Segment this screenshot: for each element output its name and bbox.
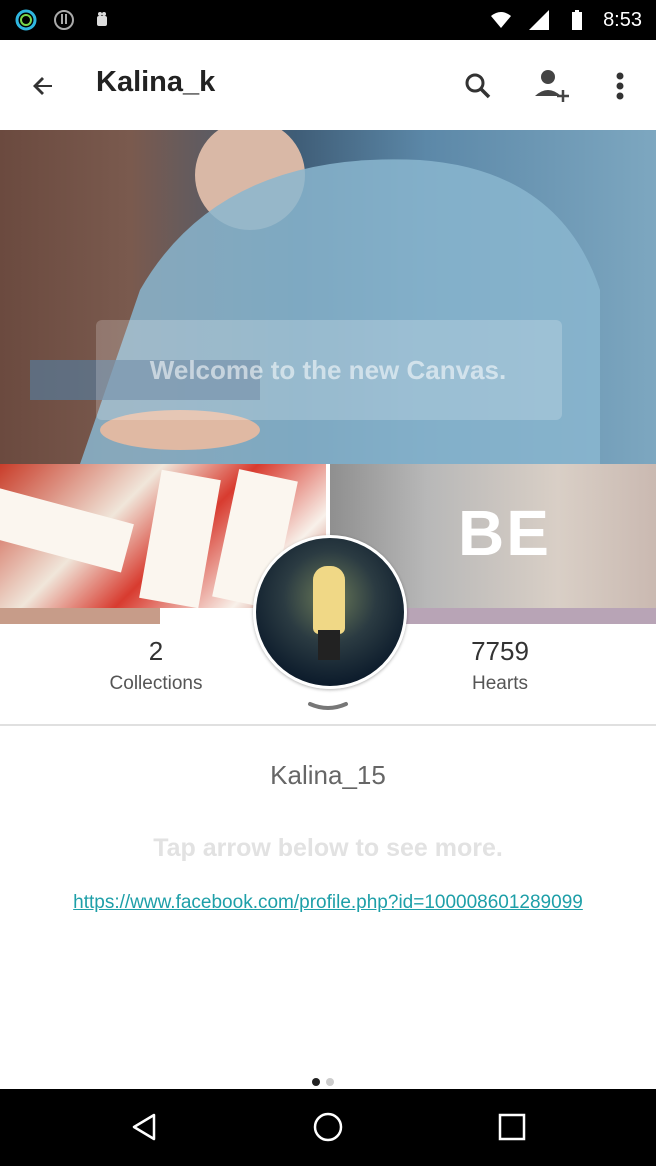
home-nav-icon[interactable] xyxy=(308,1107,348,1147)
tile-caption: BE xyxy=(458,497,551,569)
page-dot-active[interactable] xyxy=(312,1078,320,1086)
signal-icon xyxy=(527,8,551,32)
divider xyxy=(0,724,656,726)
page-indicator xyxy=(312,1078,334,1086)
hearts-stat[interactable]: 7759 Hearts xyxy=(400,636,600,695)
search-icon[interactable] xyxy=(456,64,500,108)
collections-stat[interactable]: 2 Collections xyxy=(56,636,256,695)
battery-icon xyxy=(565,8,589,32)
avatar-figure xyxy=(313,566,345,634)
navigation-bar xyxy=(0,1089,656,1166)
arrow-back-icon[interactable] xyxy=(22,64,66,108)
clock: 8:53 xyxy=(603,8,642,31)
collection-tile-face[interactable] xyxy=(0,608,160,624)
chevron-down-icon[interactable] xyxy=(306,700,350,714)
status-bar: 8:53 xyxy=(0,0,656,40)
collections-label: Collections xyxy=(109,673,203,694)
ring-app-icon xyxy=(14,8,38,32)
app-bar: Kalina_k xyxy=(0,40,656,131)
hearts-label: Hearts xyxy=(472,673,528,694)
avatar[interactable] xyxy=(253,535,407,689)
hint-text: Tap arrow below to see more. xyxy=(153,834,503,862)
welcome-text: Welcome to the new Canvas. xyxy=(149,355,507,385)
collection-tile-purple[interactable] xyxy=(400,608,656,624)
recents-nav-icon[interactable] xyxy=(492,1107,532,1147)
back-nav-icon[interactable] xyxy=(124,1107,164,1147)
more-vert-icon[interactable] xyxy=(598,64,642,108)
profile-link[interactable]: https://www.facebook.com/profile.php?id=… xyxy=(0,892,656,914)
alert-icon xyxy=(52,8,76,32)
profile-username: Kalina_15 xyxy=(270,760,386,790)
page-dot-inactive[interactable] xyxy=(326,1078,334,1086)
avatar-figure-legs xyxy=(318,630,340,660)
add-person-icon[interactable] xyxy=(530,64,574,108)
hearts-count: 7759 xyxy=(471,636,529,666)
collections-count: 2 xyxy=(148,636,164,666)
android-icon xyxy=(90,8,114,32)
cover-image: Welcome to the new Canvas. xyxy=(0,130,656,464)
page-title: Kalina_k xyxy=(96,66,216,98)
wifi-icon xyxy=(489,8,513,32)
